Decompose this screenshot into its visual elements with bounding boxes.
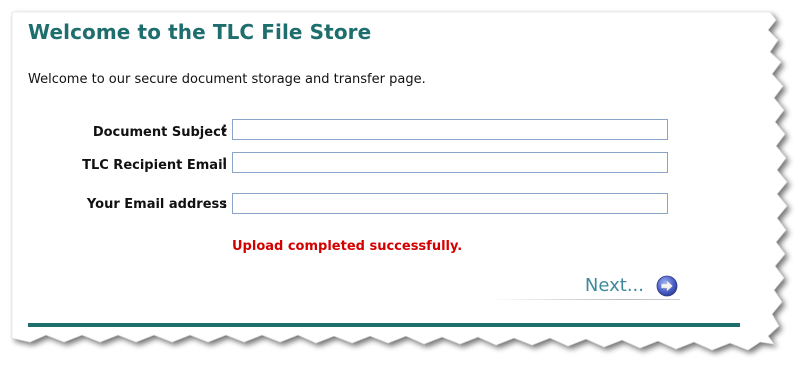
next-button[interactable]: Next... <box>490 274 680 300</box>
page-title: Welcome to the TLC File Store <box>28 20 372 44</box>
recipient-email-label: TLC Recipient Email <box>82 158 227 173</box>
your-email-label: Your Email address <box>86 197 227 212</box>
recipient-email-colon: : <box>222 154 228 169</box>
document-subject-colon: : <box>222 121 228 136</box>
recipient-email-input[interactable] <box>232 152 668 173</box>
footer-divider <box>28 323 740 327</box>
torn-paper-background <box>11 11 788 351</box>
your-email-input[interactable] <box>232 193 668 214</box>
intro-text: Welcome to our secure document storage a… <box>28 72 426 87</box>
next-button-label[interactable]: Next... <box>585 275 644 296</box>
your-email-colon: : <box>222 197 228 212</box>
document-subject-label: Document Subject <box>92 125 227 140</box>
arrow-right-circle-icon[interactable] <box>656 275 678 297</box>
next-underline <box>490 299 680 300</box>
upload-status-message: Upload completed successfully. <box>232 239 463 254</box>
document-subject-input[interactable] <box>232 119 668 140</box>
